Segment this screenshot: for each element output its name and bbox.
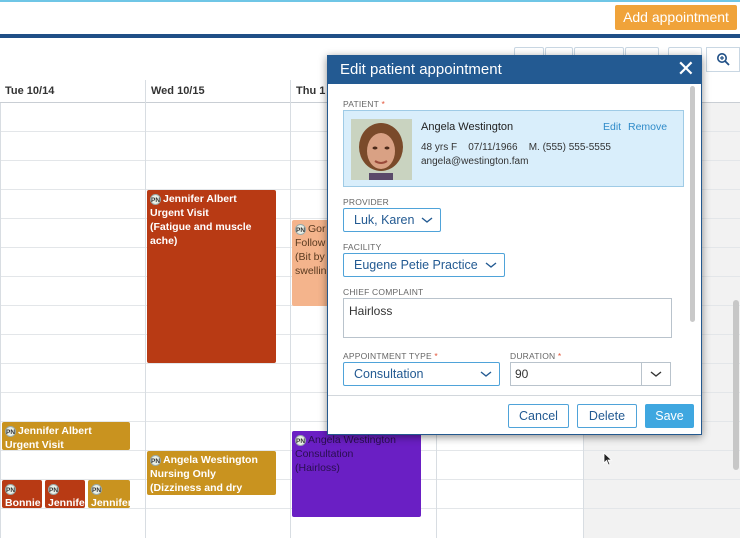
dialog-footer: Cancel Delete Save [328,395,701,435]
patient-card: Angela Westington Edit Remove 48 yrs F 0… [343,110,684,187]
patient-dob: 07/11/1966 [468,142,518,153]
appointment-angela-westington-wed[interactable]: PN Angela Westington Nursing Only (Dizzin… [147,451,276,495]
appointment-angela-westington-thu[interactable]: PN Angela Westington Consultation (Hairlo… [292,431,421,517]
pn-badge: PN [5,483,16,495]
appointment-patient: Jennifer Albert [18,425,92,437]
day-column-divider [0,80,1,538]
appointment-type: Follow [295,237,326,249]
pn-badge: PN [295,434,306,446]
appointment-patient: Jennifer Albert [163,193,237,205]
appointment-note: (Dizziness and dry mouth) [150,482,243,494]
zoom-in-icon [717,53,730,66]
duration-dropdown-button[interactable] [641,362,670,386]
appointment-patient: Jennifer [91,497,130,508]
appointment-patient: Gor [308,223,326,235]
chevron-down-icon [485,262,497,268]
add-appointment-button[interactable]: Add appointment [615,5,737,30]
appointment-type: Nursing Only [150,468,216,480]
provider-label: PROVIDER [343,197,389,207]
patient-name: Angela Westington [421,121,514,133]
provider-select[interactable]: Luk, Karen [343,208,441,232]
appointment-type: Urgent Visit [5,439,64,450]
edit-appointment-dialog: Edit patient appointment ✕ PATIENT * Ang… [327,55,702,435]
appointment-note: (Fatigue and muscle ache) [150,221,252,247]
appointment-jennifer-albert-wed[interactable]: PN Jennifer Albert Urgent Visit (Fatigue … [147,190,276,363]
patient-age-sex: 48 yrs F [421,142,458,153]
delete-button[interactable]: Delete [577,404,637,428]
appointment-type-label: APPOINTMENT TYPE * [343,351,438,361]
appointment-note: swellin [295,265,327,277]
appointment-type: Consultation [295,448,354,460]
provider-value: Luk, Karen [354,213,415,227]
calendar-scrollbar[interactable] [733,300,739,470]
appointment-jennifer-albert-tue[interactable]: PN Jennifer Albert Urgent Visit [2,422,130,450]
day-column-divider [290,80,291,538]
dialog-scrollbar[interactable] [690,86,695,322]
save-button[interactable]: Save [645,404,694,428]
facility-select[interactable]: Eugene Petie Practice [343,253,505,277]
dialog-header: Edit patient appointment ✕ [328,56,701,84]
close-icon[interactable]: ✕ [677,57,695,81]
pn-badge: PN [48,483,59,495]
duration-input[interactable]: 90 [510,362,671,386]
edit-patient-link[interactable]: Edit [603,121,621,133]
patient-photo [351,119,412,180]
day-column-divider [145,80,146,538]
appointment-thu-peach[interactable]: PN Gor Follow (Bit by swellin [292,220,330,306]
chevron-down-icon [650,371,662,377]
header-divider-bar [0,34,740,38]
appointment-bonnie[interactable]: PN Bonnie [2,480,42,508]
day-header-wed[interactable]: Wed 10/15 [146,80,290,103]
top-accent-line [0,0,740,2]
pn-badge: PN [150,454,161,466]
duration-value: 90 [515,367,529,381]
chief-complaint-label: CHIEF COMPLAINT [343,287,424,297]
chevron-down-icon [480,371,492,377]
zoom-in-button[interactable] [706,47,740,72]
appointment-patient: Angela Westington [163,454,258,466]
duration-label: DURATION * [510,351,562,361]
facility-label: FACILITY [343,242,382,252]
appointment-note: (Hairloss) [295,462,340,474]
appointment-note: (Bit by [295,251,325,263]
pn-badge: PN [295,223,306,235]
facility-value: Eugene Petie Practice [354,258,478,272]
appointment-jennifer-1[interactable]: PN Jennifer [45,480,85,508]
dialog-title: Edit patient appointment [340,61,502,78]
appointment-type-value: Consultation [354,367,424,381]
chief-complaint-input[interactable]: Hairloss [343,298,672,338]
patient-email: angela@westington.fam [421,156,529,167]
day-header-tue[interactable]: Tue 10/14 [0,80,145,103]
appointment-jennifer-2[interactable]: PN Jennifer [88,480,130,508]
mouse-cursor-icon [603,452,613,466]
chevron-down-icon [421,217,433,223]
appointment-type: Urgent Visit [150,207,209,219]
patient-phone: M. (555) 555-5555 [528,142,611,153]
appointment-patient: Jennifer [48,497,85,508]
patient-label: PATIENT * [343,99,385,109]
appointment-type-select[interactable]: Consultation [343,362,500,386]
remove-patient-link[interactable]: Remove [628,121,667,133]
cancel-button[interactable]: Cancel [508,404,569,428]
pn-badge: PN [150,193,161,205]
appointment-patient: Angela Westington [308,434,396,446]
appointment-patient: Bonnie [5,497,41,508]
pn-badge: PN [91,483,102,495]
patient-demographics: 48 yrs F 07/11/1966 M. (555) 555-5555 [421,142,611,153]
pn-badge: PN [5,425,16,437]
